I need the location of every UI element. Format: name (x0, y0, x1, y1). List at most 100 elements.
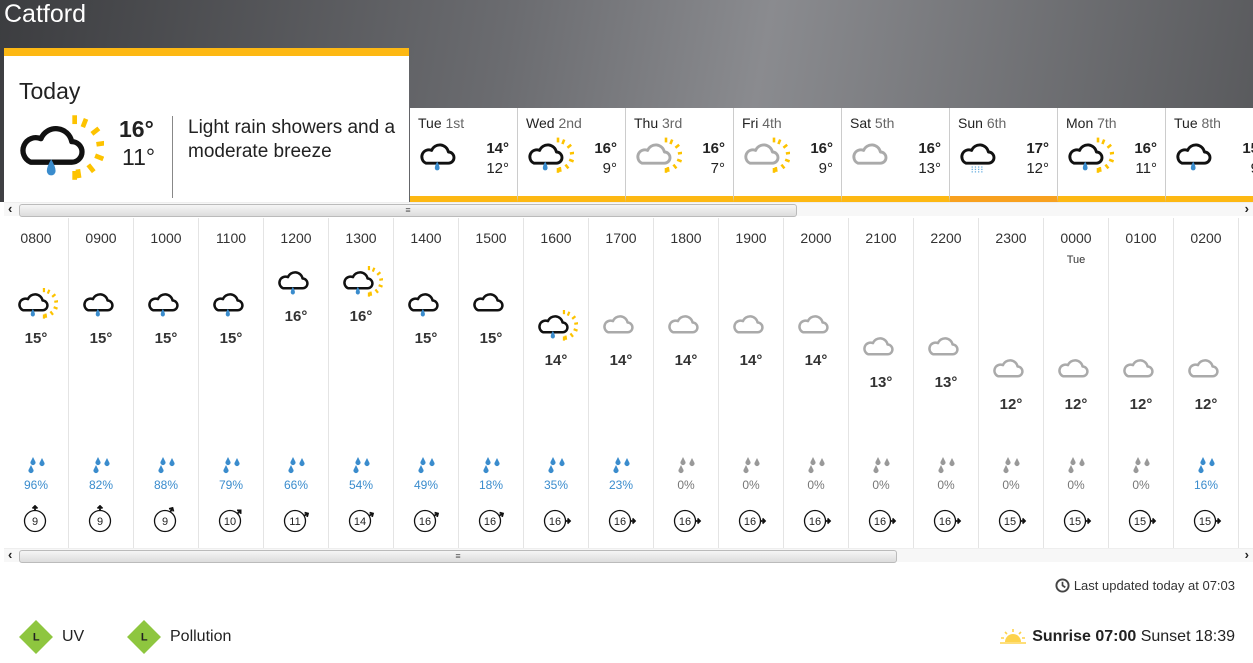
hour-time: 1200 (280, 230, 312, 246)
hour-column[interactable]: 1100 15° 79% 10 (199, 218, 264, 548)
hour-column[interactable]: 0000 Tue 12° 0% 15 (1044, 218, 1109, 548)
precip-chance: 0% (1132, 478, 1150, 492)
hour-time: 1000 (150, 230, 182, 246)
rain-sun-icon (1066, 136, 1115, 176)
precip-chance: 35% (543, 478, 569, 492)
day-name: Thu 3rd (634, 115, 683, 131)
rain-drops-icon (1066, 456, 1088, 474)
hour-time: 2200 (930, 230, 962, 246)
hour-column[interactable]: 2000 14° 0% 16 (784, 218, 849, 548)
hour-column[interactable]: 2100 13° 0% 16 (849, 218, 914, 548)
hour-column[interactable]: 0800 15° 96% 9 (4, 218, 69, 548)
sunset-time: Sunset 18:39 (1140, 628, 1235, 645)
precip-chance: 88% (153, 478, 179, 492)
hour-temperature: 15° (219, 330, 243, 347)
day-card-tue[interactable]: Tue 8th 15° 9° (1166, 108, 1253, 202)
day-card-tue[interactable]: Tue 1st 14° 12° (410, 108, 518, 202)
hourly-scrollbar[interactable]: ‹ ≡ › (4, 547, 1253, 563)
day-card-sat[interactable]: Sat 5th 16° 13° (842, 108, 950, 202)
day-date: 2nd (558, 115, 582, 131)
day-date: 5th (874, 115, 895, 131)
hour-column[interactable]: 1700 14° 23% 16 (589, 218, 654, 548)
hour-column[interactable]: 1800 14° 0% 16 (654, 218, 719, 548)
wind-speed: 14 (353, 516, 367, 528)
rain-sun-icon (526, 136, 575, 176)
rain-drops-icon (156, 456, 178, 474)
hour-temperature: 12° (1064, 396, 1088, 413)
rain-drops-icon (91, 456, 113, 474)
wind-speed: 16 (873, 516, 887, 528)
day-card-sun[interactable]: Sun 6th 17° 12° (950, 108, 1058, 202)
daily-scrollbar[interactable]: ‹ ≡ › (4, 201, 1253, 217)
day-card-mon[interactable]: Mon 7th 16° 11° (1058, 108, 1166, 202)
precip-chance: 96% (23, 478, 49, 492)
uv-badge[interactable]: L UV (18, 620, 84, 654)
hour-temperature: 14° (674, 352, 698, 369)
today-low: 11° (122, 144, 156, 170)
sun-times: Sunrise 07:00 Sunset 18:39 (1000, 628, 1235, 646)
scroll-left-icon[interactable]: ‹ (8, 201, 12, 216)
day-card-fri[interactable]: Fri 4th 16° 9° (734, 108, 842, 202)
rain-drops-icon (416, 456, 438, 474)
wind-speed: 9 (161, 516, 169, 528)
hour-time: 2300 (995, 230, 1027, 246)
wind-speed: 9 (96, 516, 104, 528)
scroll-right-icon[interactable]: › (1245, 201, 1249, 216)
hour-column[interactable]: 0200 12° 16% 15 (1174, 218, 1239, 548)
hour-column[interactable]: 0100 12° 0% 15 (1109, 218, 1174, 548)
last-updated: Last updated today at 07:03 (1055, 578, 1235, 593)
pollution-level-icon: L (127, 620, 161, 654)
rain-drops-icon (26, 456, 48, 474)
rain-drops-icon (1131, 456, 1153, 474)
rain-icon (406, 288, 448, 320)
scroll-right-icon[interactable]: › (1245, 547, 1249, 562)
today-card[interactable]: Today 16° 11° Light rain showers and a m… (4, 48, 409, 202)
day-date: 6th (986, 115, 1007, 131)
hour-column[interactable]: 1300 16° 54% 14 (329, 218, 394, 548)
grey-cloud-icon (991, 354, 1033, 386)
wind-speed: 16 (418, 516, 432, 528)
hour-column[interactable]: 1900 14° 0% 16 (719, 218, 784, 548)
hour-column[interactable]: 2200 13° 0% 16 (914, 218, 979, 548)
hour-time: 1800 (670, 230, 702, 246)
sunrise-time: Sunrise 07:00 (1032, 628, 1137, 645)
day-high: 16° (918, 140, 941, 157)
next-day-label: Tue (1066, 254, 1086, 266)
precip-chance: 0% (937, 478, 955, 492)
hour-column[interactable]: 1200 16° 66% 11 (264, 218, 329, 548)
hour-column[interactable]: 1500 15° 18% 16 (459, 218, 524, 548)
rain-icon (81, 288, 123, 320)
day-date: 8th (1201, 115, 1221, 131)
rain-drops-icon (806, 456, 828, 474)
day-card-wed[interactable]: Wed 2nd 16° 9° (518, 108, 626, 202)
hour-column[interactable]: 1000 15° 88% 9 (134, 218, 199, 548)
pollution-badge[interactable]: L Pollution (126, 620, 231, 654)
grey-cloud-icon (1186, 354, 1228, 386)
scroll-left-icon[interactable]: ‹ (8, 547, 12, 562)
day-high: 17° (1026, 140, 1049, 157)
precip-chance: 66% (283, 478, 309, 492)
day-name: Fri 4th (742, 115, 782, 131)
hour-column[interactable]: 2300 12° 0% 15 (979, 218, 1044, 548)
hour-column[interactable]: 1400 15° 49% 16 (394, 218, 459, 548)
scroll-thumb[interactable]: ≡ (19, 204, 797, 217)
rain-drops-icon (871, 456, 893, 474)
hour-time: 1700 (605, 230, 637, 246)
precip-chance: 23% (608, 478, 634, 492)
day-low: 9° (602, 160, 617, 177)
rain-icon (146, 288, 188, 320)
grey-cloud-icon (1056, 354, 1098, 386)
rain-sun-icon (16, 114, 106, 184)
scroll-thumb[interactable]: ≡ (19, 550, 897, 563)
clock-icon (1055, 578, 1070, 593)
hour-column[interactable]: 0900 15° 82% 9 (69, 218, 134, 548)
rain-drops-icon (221, 456, 243, 474)
grey-cloud-sun-icon (634, 136, 683, 176)
day-date: 3rd (662, 115, 683, 131)
day-card-thu[interactable]: Thu 3rd 16° 7° (626, 108, 734, 202)
hour-time: 1500 (475, 230, 507, 246)
hour-column[interactable]: 1600 14° 35% 16 (524, 218, 589, 548)
day-date: 7th (1097, 115, 1117, 131)
hour-temperature: 14° (804, 352, 828, 369)
precip-chance: 0% (872, 478, 890, 492)
